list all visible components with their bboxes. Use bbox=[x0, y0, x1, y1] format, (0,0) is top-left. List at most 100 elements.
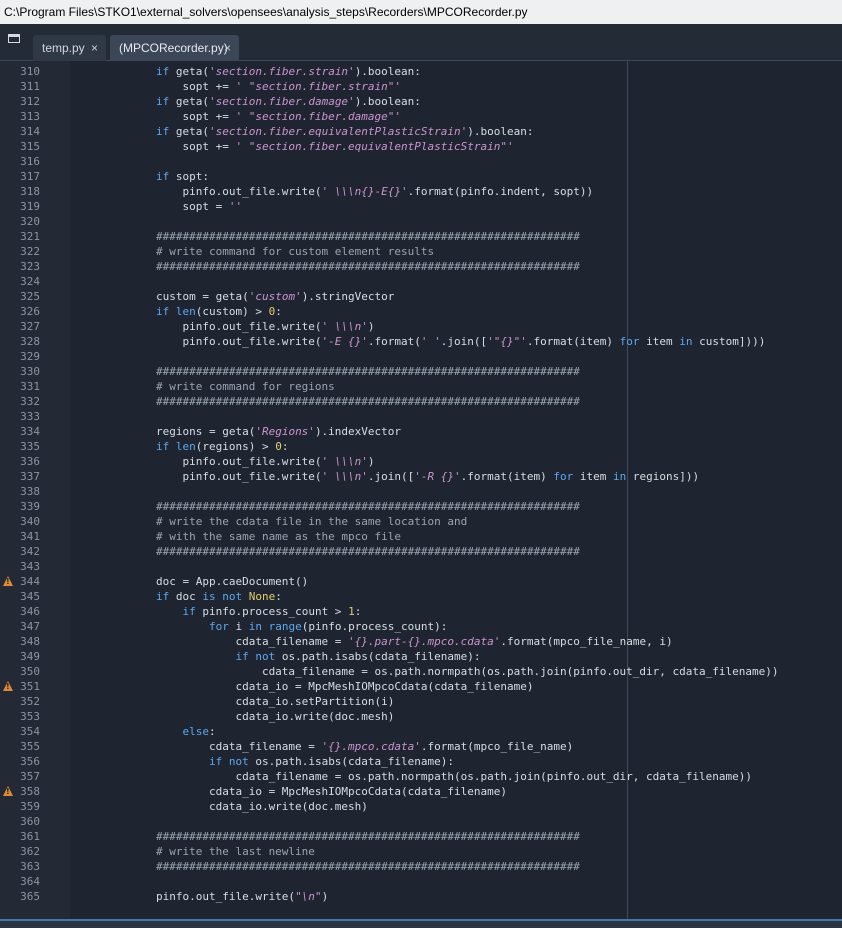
code-text: sopt += ' "section.fiber.strain"' bbox=[103, 79, 401, 94]
code-line[interactable]: 352 cdata_io.setPartition(i) bbox=[0, 694, 842, 709]
code-line[interactable]: 323 ####################################… bbox=[0, 259, 842, 274]
code-line[interactable]: 360 bbox=[0, 814, 842, 829]
code-line[interactable]: 343 bbox=[0, 559, 842, 574]
code-line[interactable]: 311 sopt += ' "section.fiber.strain"' bbox=[0, 79, 842, 94]
code-line[interactable]: 315 sopt += ' "section.fiber.equivalentP… bbox=[0, 139, 842, 154]
code-token: .format( bbox=[367, 335, 421, 348]
code-token: 'section.fiber.strain' bbox=[208, 65, 355, 78]
tab-temp-py[interactable]: temp.py × bbox=[33, 35, 106, 61]
code-line[interactable]: 317 if sopt: bbox=[0, 169, 842, 184]
code-line[interactable]: 330 ####################################… bbox=[0, 364, 842, 379]
window-title-bar: C:\Program Files\STKO1\external_solvers\… bbox=[0, 0, 842, 24]
code-line[interactable]: 340 # write the cdata file in the same l… bbox=[0, 514, 842, 529]
line-number: 358 bbox=[20, 785, 40, 798]
code-line[interactable]: 359 cdata_io.write(doc.mesh) bbox=[0, 799, 842, 814]
code-line[interactable]: 329 bbox=[0, 349, 842, 364]
code-line[interactable]: 338 bbox=[0, 484, 842, 499]
code-text: custom = geta('custom').stringVector bbox=[103, 289, 394, 304]
code-line[interactable]: 324 bbox=[0, 274, 842, 289]
code-text: if pinfo.process_count > 1: bbox=[103, 604, 361, 619]
code-line[interactable]: 333 bbox=[0, 409, 842, 424]
code-editor[interactable]: 310 if geta('section.fiber.strain').bool… bbox=[0, 61, 842, 919]
code-line[interactable]: 353 cdata_io.write(doc.mesh) bbox=[0, 709, 842, 724]
code-line[interactable]: 331 # write command for regions bbox=[0, 379, 842, 394]
code-token: ' \\\n' bbox=[321, 455, 368, 468]
code-line[interactable]: 321 ####################################… bbox=[0, 229, 842, 244]
code-line[interactable]: 354 else: bbox=[0, 724, 842, 739]
code-line[interactable]: 348 cdata_filename = '{}.part-{}.mpco.cd… bbox=[0, 634, 842, 649]
code-line[interactable]: 310 if geta('section.fiber.strain').bool… bbox=[0, 64, 842, 79]
code-line[interactable]: 350 cdata_filename = os.path.normpath(os… bbox=[0, 664, 842, 679]
code-token: item bbox=[573, 470, 613, 483]
code-token: .format(item) bbox=[526, 335, 620, 348]
code-token: cdata_filename = bbox=[103, 635, 349, 648]
code-line[interactable]: 358 cdata_io = MpcMeshIOMpcoCdata(cdata_… bbox=[0, 784, 842, 799]
code-line[interactable]: 344 doc = App.caeDocument() bbox=[0, 574, 842, 589]
code-line[interactable]: 313 sopt += ' "section.fiber.damage"' bbox=[0, 109, 842, 124]
code-line[interactable]: 349 if not os.path.isabs(cdata_filename)… bbox=[0, 649, 842, 664]
code-token: pinfo.out_file.write( bbox=[103, 890, 296, 903]
line-number: 357 bbox=[20, 770, 40, 783]
code-line[interactable]: 335 if len(regions) > 0: bbox=[0, 439, 842, 454]
code-line[interactable]: 325 custom = geta('custom').stringVector bbox=[0, 289, 842, 304]
code-line[interactable]: 312 if geta('section.fiber.damage').bool… bbox=[0, 94, 842, 109]
code-line[interactable]: 327 pinfo.out_file.write(' \\\n') bbox=[0, 319, 842, 334]
tab-bar: temp.py × (MPCORecorder.py) × bbox=[0, 24, 842, 61]
code-line[interactable]: 320 bbox=[0, 214, 842, 229]
panel-toggle-icon[interactable] bbox=[8, 34, 20, 43]
code-line[interactable]: 355 cdata_filename = '{}.mpco.cdata'.for… bbox=[0, 739, 842, 754]
code-line[interactable]: 326 if len(custom) > 0: bbox=[0, 304, 842, 319]
close-icon[interactable]: × bbox=[91, 35, 98, 61]
tab-label: temp.py bbox=[42, 41, 85, 55]
code-line[interactable]: 345 if doc is not None: bbox=[0, 589, 842, 604]
code-line[interactable]: 314 if geta('section.fiber.equivalentPla… bbox=[0, 124, 842, 139]
code-line[interactable]: 337 pinfo.out_file.write(' \\\n'.join(['… bbox=[0, 469, 842, 484]
close-icon[interactable]: × bbox=[224, 35, 231, 61]
code-line[interactable]: 322 # write command for custom element r… bbox=[0, 244, 842, 259]
code-line[interactable]: 365 pinfo.out_file.write("\n") bbox=[0, 889, 842, 904]
code-line[interactable]: 351 cdata_io = MpcMeshIOMpcoCdata(cdata_… bbox=[0, 679, 842, 694]
code-line[interactable]: 356 if not os.path.isabs(cdata_filename)… bbox=[0, 754, 842, 769]
code-line[interactable]: 332 ####################################… bbox=[0, 394, 842, 409]
code-token: ' "section.fiber.strain"' bbox=[235, 80, 402, 93]
code-token: 'custom' bbox=[248, 290, 302, 303]
code-token: pinfo.out_file.write( bbox=[103, 335, 322, 348]
code-token: regions = geta( bbox=[103, 425, 256, 438]
code-token: ########################################… bbox=[103, 545, 580, 558]
code-text: if not os.path.isabs(cdata_filename): bbox=[103, 754, 454, 769]
code-line[interactable]: 361 ####################################… bbox=[0, 829, 842, 844]
code-text: cdata_io = MpcMeshIOMpcoCdata(cdata_file… bbox=[103, 679, 533, 694]
code-line[interactable]: 341 # with the same name as the mpco fil… bbox=[0, 529, 842, 544]
code-line[interactable]: 364 bbox=[0, 874, 842, 889]
line-number: 340 bbox=[20, 515, 40, 528]
code-line[interactable]: 347 for i in range(pinfo.process_count): bbox=[0, 619, 842, 634]
code-token: 'section.fiber.damage' bbox=[208, 95, 355, 108]
code-line[interactable]: 363 ####################################… bbox=[0, 859, 842, 874]
code-line[interactable]: 362 # write the last newline bbox=[0, 844, 842, 859]
code-token: cdata_io = MpcMeshIOMpcoCdata(cdata_file… bbox=[103, 785, 507, 798]
code-line[interactable]: 319 sopt = '' bbox=[0, 199, 842, 214]
code-line[interactable]: 339 ####################################… bbox=[0, 499, 842, 514]
code-line[interactable]: 316 bbox=[0, 154, 842, 169]
code-line[interactable]: 357 cdata_filename = os.path.normpath(os… bbox=[0, 769, 842, 784]
line-number: 332 bbox=[20, 395, 40, 408]
code-line[interactable]: 318 pinfo.out_file.write(' \\\n{}-E{}'.f… bbox=[0, 184, 842, 199]
code-line[interactable]: 346 if pinfo.process_count > 1: bbox=[0, 604, 842, 619]
line-number: 345 bbox=[20, 590, 40, 603]
code-line[interactable]: 336 pinfo.out_file.write(' \\\n') bbox=[0, 454, 842, 469]
line-number: 355 bbox=[20, 740, 40, 753]
code-token: '{}.part-{}.mpco.cdata' bbox=[348, 635, 501, 648]
code-line[interactable]: 334 regions = geta('Regions').indexVecto… bbox=[0, 424, 842, 439]
code-token: sopt += bbox=[103, 110, 236, 123]
code-line[interactable]: 328 pinfo.out_file.write('-E {}'.format(… bbox=[0, 334, 842, 349]
line-number: 320 bbox=[20, 215, 40, 228]
code-token: .join([ bbox=[440, 335, 488, 348]
line-number: 329 bbox=[20, 350, 40, 363]
line-number: 326 bbox=[20, 305, 40, 318]
line-number: 323 bbox=[20, 260, 40, 273]
code-line[interactable]: 342 ####################################… bbox=[0, 544, 842, 559]
code-text: pinfo.out_file.write(' \\\n'.join(['-R {… bbox=[103, 469, 699, 484]
tab-mpcorecorder-py[interactable]: (MPCORecorder.py) × bbox=[110, 35, 239, 61]
